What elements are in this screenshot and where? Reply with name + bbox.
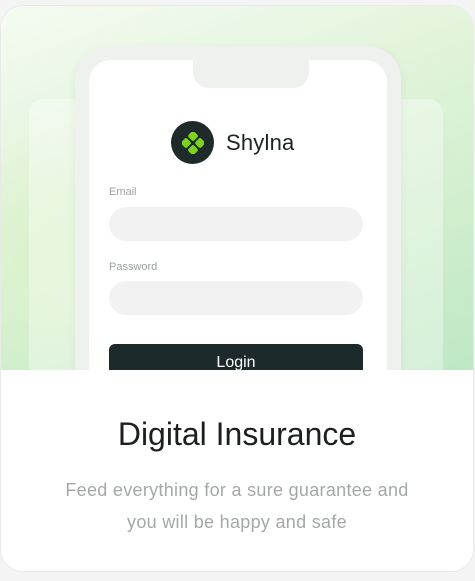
phone-mockup: Shylna Email Password Login xyxy=(75,46,401,370)
hero-illustration: Shylna Email Password Login xyxy=(1,6,473,370)
phone-notch xyxy=(193,60,309,88)
email-label: Email xyxy=(109,186,137,198)
password-label: Password xyxy=(109,261,158,273)
card-title: Digital Insurance xyxy=(117,416,357,452)
brand-name: Shylna xyxy=(226,129,295,155)
card-description-line1: Feed everything for a sure guarantee and xyxy=(65,480,409,500)
password-field[interactable] xyxy=(109,281,363,315)
onboarding-card: Shylna Email Password Login Digital Insu… xyxy=(1,6,473,571)
brand: Shylna xyxy=(171,121,294,164)
email-field[interactable] xyxy=(109,207,363,241)
card-description-line2: you will be happy and safe xyxy=(127,512,347,532)
card-description: Feed everything for a sure guarantee and… xyxy=(31,474,443,538)
card-content: Digital Insurance Feed everything for a … xyxy=(1,370,473,571)
clover-icon xyxy=(171,121,214,164)
login-button[interactable]: Login xyxy=(109,344,363,370)
phone-screen: Shylna Email Password Login xyxy=(89,60,387,370)
